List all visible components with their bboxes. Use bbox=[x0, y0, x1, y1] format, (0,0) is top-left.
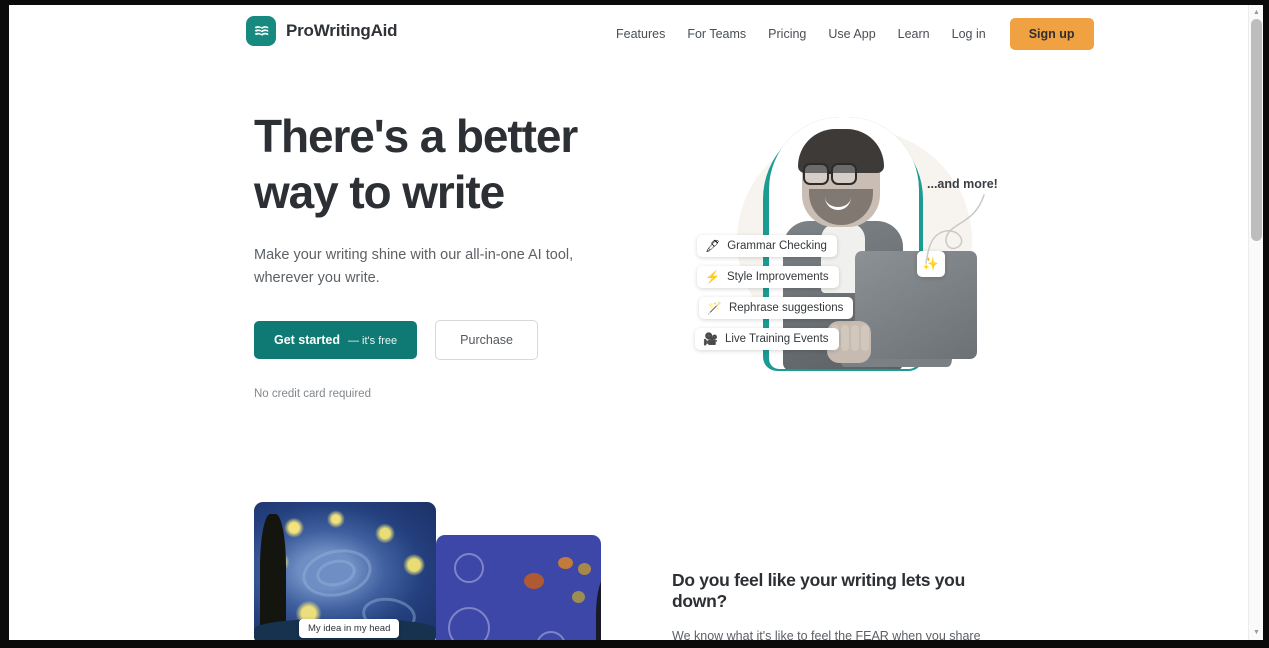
lightning-bolt-icon: ⚡ bbox=[705, 270, 720, 284]
crude-star bbox=[572, 591, 585, 603]
page-scrollbar[interactable]: ▲ ▼ bbox=[1248, 5, 1263, 640]
scrollbar-thumb[interactable] bbox=[1251, 19, 1262, 241]
nav-item-for-teams[interactable]: For Teams bbox=[676, 21, 757, 47]
crude-star bbox=[558, 557, 573, 569]
get-started-button[interactable]: Get started — it's free bbox=[254, 321, 418, 359]
section-two-copy: Do you feel like your writing lets you d… bbox=[672, 570, 1017, 640]
hero-section: There's a better way to write Make your … bbox=[254, 108, 654, 400]
nav-item-use-app[interactable]: Use App bbox=[817, 21, 886, 47]
page-title: There's a better way to write bbox=[254, 110, 578, 218]
page-viewport: ProWritingAid Features For Teams Pricing… bbox=[9, 5, 1263, 640]
hand-finger bbox=[851, 325, 859, 351]
feature-pill-style-improvements: ⚡ Style Improvements bbox=[697, 266, 839, 288]
feature-pill-label: Grammar Checking bbox=[727, 240, 827, 252]
quill-pen-icon: 🖋 bbox=[705, 239, 721, 253]
no-credit-card-note: No credit card required bbox=[254, 388, 371, 400]
hero-illustration: 🖋 Grammar Checking ⚡ Style Improvements … bbox=[677, 103, 1017, 398]
nav-item-features[interactable]: Features bbox=[605, 21, 676, 47]
get-started-label: Get started bbox=[274, 333, 340, 347]
hero-subtitle: Make your writing shine with our all-in-… bbox=[254, 247, 574, 286]
curly-line-doodle-icon bbox=[925, 194, 985, 264]
logo-text: ProWritingAid bbox=[286, 21, 398, 40]
browser-frame: ProWritingAid Features For Teams Pricing… bbox=[0, 0, 1269, 648]
nav-item-log-in[interactable]: Log in bbox=[941, 21, 997, 47]
window-left-edge bbox=[0, 0, 9, 648]
nav-item-learn[interactable]: Learn bbox=[887, 21, 941, 47]
hand-finger bbox=[841, 325, 849, 351]
crude-swirl bbox=[454, 553, 484, 583]
feature-pill-grammar-checking: 🖋 Grammar Checking bbox=[697, 235, 837, 257]
crude-swirl bbox=[536, 631, 566, 640]
feature-pill-label: Rephrase suggestions bbox=[728, 302, 844, 314]
crude-swirl bbox=[448, 607, 490, 640]
section-two-title: Do you feel like your writing lets you d… bbox=[672, 570, 965, 611]
crude-star bbox=[524, 573, 544, 589]
main-navigation: Features For Teams Pricing Use App Learn… bbox=[605, 18, 1094, 50]
crude-cypress-tree bbox=[596, 575, 601, 640]
feature-pill-rephrase-suggestions: 🪄 Rephrase suggestions bbox=[699, 297, 854, 319]
scrollbar-up-arrow-icon[interactable]: ▲ bbox=[1249, 6, 1263, 19]
feature-pill-live-training-events: 🎥 Live Training Events bbox=[695, 328, 839, 350]
nav-item-pricing[interactable]: Pricing bbox=[757, 21, 817, 47]
section-two-body: We know what it's like to feel the FEAR … bbox=[672, 629, 981, 640]
book-pages-icon bbox=[246, 16, 276, 46]
get-started-suffix: — it's free bbox=[348, 335, 398, 347]
crude-drawing-image bbox=[436, 535, 601, 640]
and-more-annotation: ...and more! bbox=[927, 177, 998, 191]
logo-link[interactable]: ProWritingAid bbox=[246, 16, 398, 46]
person-glasses-left bbox=[803, 163, 829, 185]
sign-up-button[interactable]: Sign up bbox=[1009, 18, 1094, 50]
window-bottom-edge bbox=[0, 640, 1269, 648]
site-header: ProWritingAid Features For Teams Pricing… bbox=[9, 5, 1248, 61]
magic-wand-icon: 🪄 bbox=[707, 301, 722, 315]
window-right-edge bbox=[1263, 0, 1269, 648]
person-glasses-right bbox=[831, 163, 857, 185]
hero-actions: Get started — it's free Purchase bbox=[254, 320, 654, 360]
feature-pill-label: Live Training Events bbox=[724, 333, 829, 345]
scrollbar-down-arrow-icon[interactable]: ▼ bbox=[1249, 626, 1263, 639]
purchase-button[interactable]: Purchase bbox=[435, 320, 538, 360]
person-glasses-bridge bbox=[829, 171, 833, 174]
hand-finger bbox=[861, 325, 869, 351]
crude-star bbox=[578, 563, 591, 575]
video-camera-icon: 🎥 bbox=[703, 332, 718, 346]
image-caption-my-idea: My idea in my head bbox=[299, 619, 400, 638]
feature-pill-label: Style Improvements bbox=[726, 271, 829, 283]
